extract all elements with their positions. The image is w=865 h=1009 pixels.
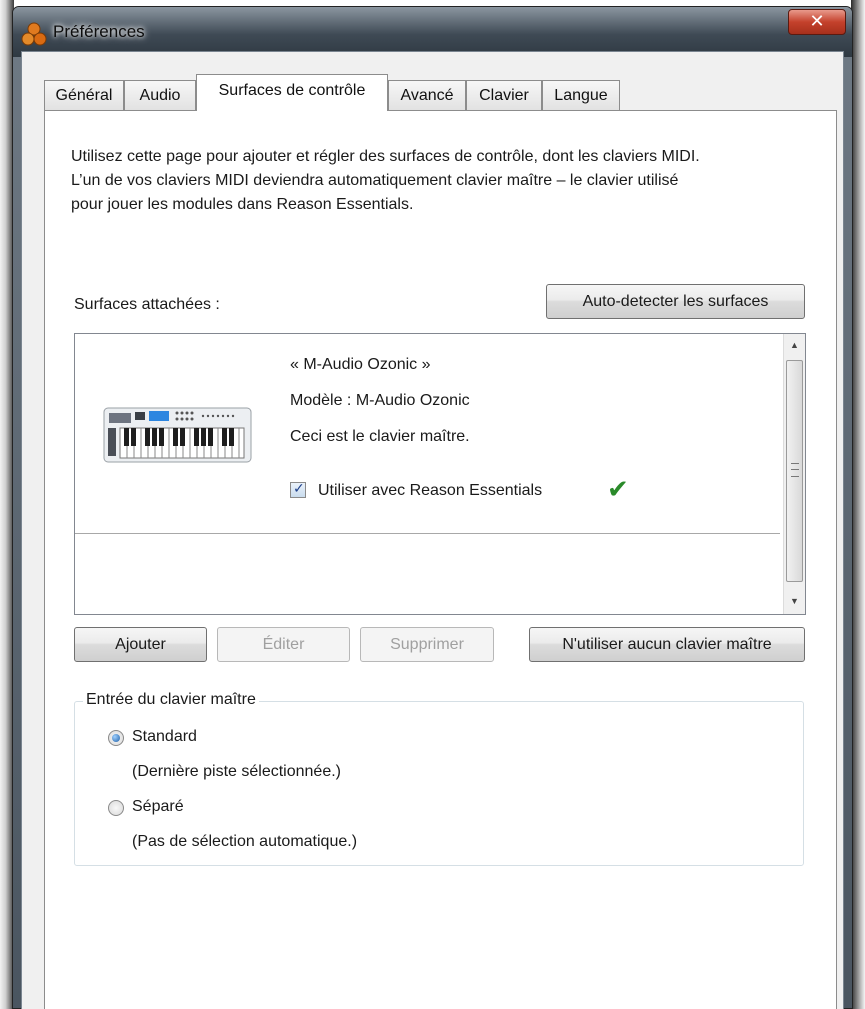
scroll-up-arrow-icon[interactable]: ▲ xyxy=(784,336,805,354)
green-checkmark-icon: ✔ xyxy=(607,474,629,504)
remove-button[interactable]: Supprimer xyxy=(360,627,494,662)
edit-button[interactable]: Éditer xyxy=(217,627,350,662)
tab-keyboard[interactable]: Clavier xyxy=(466,80,542,110)
radio-separate-detail: (Pas de sélection automatique.) xyxy=(132,833,358,850)
group-legend: Entrée du clavier maître xyxy=(83,691,259,709)
master-keyboard-input-group: Entrée du clavier maître Standard (Derni… xyxy=(74,691,804,866)
tab-control-surfaces[interactable]: Surfaces de contrôle xyxy=(196,74,388,111)
list-item[interactable]: « M-Audio Ozonic » Modèle : M-Audio Ozon… xyxy=(75,334,780,534)
surfaces-list[interactable]: « M-Audio Ozonic » Modèle : M-Audio Ozon… xyxy=(74,333,806,615)
tab-general[interactable]: Général xyxy=(44,80,124,110)
desktop-edge-right xyxy=(851,0,865,1009)
use-with-reason-checkbox[interactable]: ✓ xyxy=(290,480,306,498)
scrollbar-grip-icon xyxy=(791,463,799,477)
attached-surfaces-label: Surfaces attachées : xyxy=(74,296,220,313)
radio-standard[interactable] xyxy=(108,730,124,746)
surfaces-list-scrollbar[interactable]: ▲ ▼ xyxy=(783,334,805,614)
tab-language[interactable]: Langue xyxy=(542,80,620,110)
no-master-keyboard-button[interactable]: N'utiliser aucun clavier maître xyxy=(529,627,805,662)
surface-status: Ceci est le clavier maître. xyxy=(290,428,470,445)
description-line: Utilisez cette page pour ajouter et régl… xyxy=(71,148,700,165)
radio-separate[interactable] xyxy=(108,800,124,816)
close-button[interactable]: ✕ xyxy=(788,9,846,35)
title-bar[interactable]: Préférences ✕ xyxy=(13,7,852,57)
surface-name: « M-Audio Ozonic » xyxy=(290,356,431,373)
tab-audio[interactable]: Audio xyxy=(124,80,196,110)
autodetect-surfaces-button[interactable]: Auto-detecter les surfaces xyxy=(546,284,805,319)
control-surfaces-panel: Utilisez cette page pour ajouter et régl… xyxy=(44,110,837,1009)
radio-standard-label[interactable]: Standard xyxy=(132,728,197,746)
description-line: pour jouer les modules dans Reason Essen… xyxy=(71,196,414,213)
radio-separate-label[interactable]: Séparé xyxy=(132,798,184,816)
dialog-client-area: Général Audio Surfaces de contrôle Avanc… xyxy=(21,51,844,1009)
use-with-reason-label: Utiliser avec Reason Essentials xyxy=(318,482,543,499)
tab-advanced[interactable]: Avancé xyxy=(388,80,466,110)
checkbox-check-icon: ✓ xyxy=(293,480,305,496)
scroll-down-arrow-icon[interactable]: ▼ xyxy=(784,592,805,610)
window-title: Préférences xyxy=(53,22,145,41)
scrollbar-thumb[interactable] xyxy=(786,360,803,582)
add-button[interactable]: Ajouter xyxy=(74,627,207,662)
reason-app-icon xyxy=(21,22,47,46)
preferences-window: Préférences ✕ Général Audio Surfaces de … xyxy=(12,6,853,1009)
description-line: L’un de vos claviers MIDI deviendra auto… xyxy=(71,172,679,189)
close-icon: ✕ xyxy=(809,11,825,31)
page-description: Utilisez cette page pour ajouter et régl… xyxy=(71,145,831,217)
radio-standard-detail: (Dernière piste sélectionnée.) xyxy=(132,763,341,780)
surface-model: Modèle : M-Audio Ozonic xyxy=(290,392,470,409)
midi-keyboard-image xyxy=(103,407,252,463)
